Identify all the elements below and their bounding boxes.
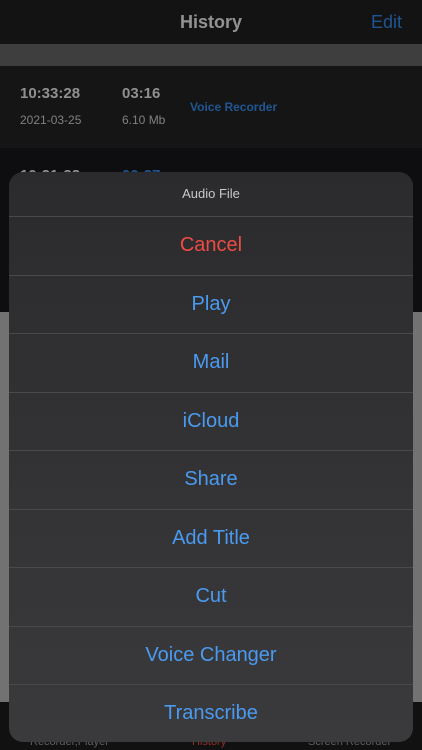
share-button[interactable]: Share bbox=[9, 451, 413, 510]
voice-changer-button[interactable]: Voice Changer bbox=[9, 627, 413, 685]
cut-button[interactable]: Cut bbox=[9, 568, 413, 627]
transcribe-button[interactable]: Transcribe bbox=[9, 685, 413, 742]
action-sheet: Audio File Cancel Play Mail iCloud Share… bbox=[9, 172, 413, 742]
action-sheet-title: Audio File bbox=[9, 172, 413, 217]
mail-button[interactable]: Mail bbox=[9, 334, 413, 393]
icloud-button[interactable]: iCloud bbox=[9, 393, 413, 451]
cancel-button[interactable]: Cancel bbox=[9, 217, 413, 276]
add-title-button[interactable]: Add Title bbox=[9, 510, 413, 568]
play-button[interactable]: Play bbox=[9, 276, 413, 334]
